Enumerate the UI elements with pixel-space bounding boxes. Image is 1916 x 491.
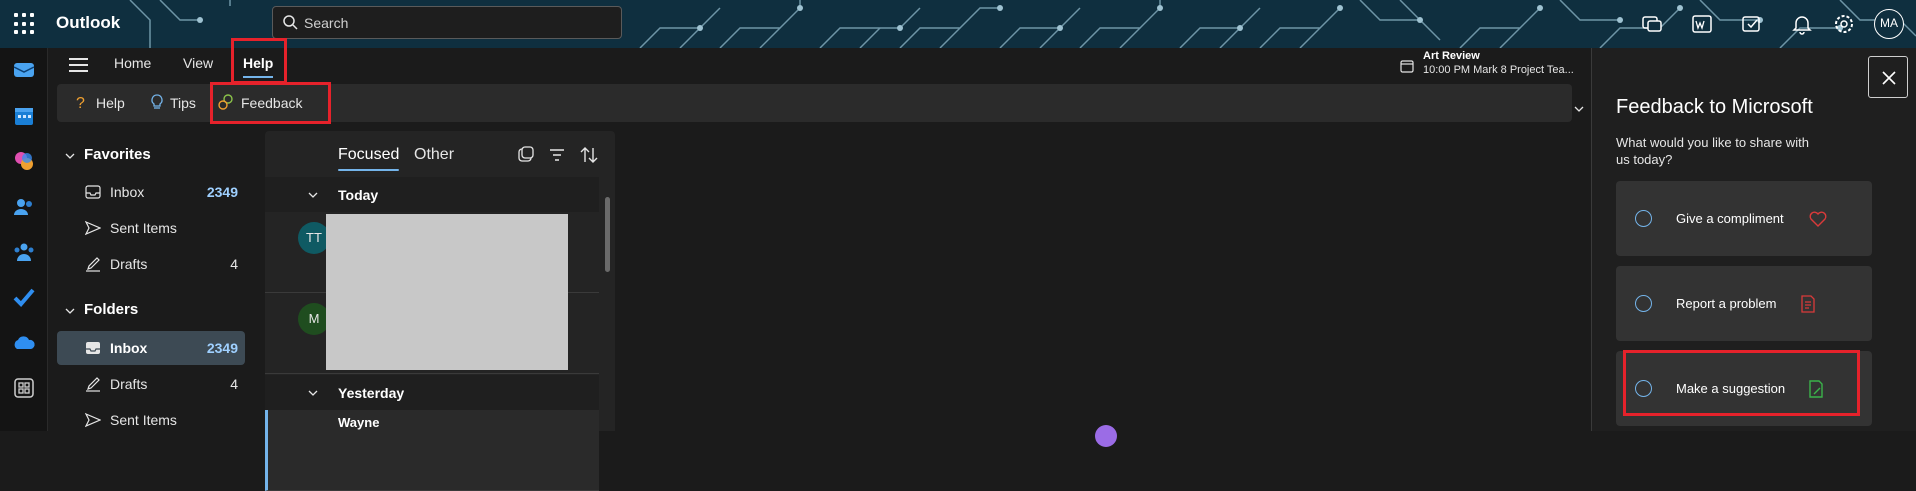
message-item[interactable]: Wayne (265, 410, 599, 491)
mail-icon[interactable] (12, 58, 36, 82)
account-avatar[interactable]: MA (1874, 9, 1904, 39)
item-count: 4 (230, 256, 238, 272)
drafts-pencil-icon (86, 377, 100, 392)
groups-icon[interactable] (12, 240, 36, 264)
todo-check-icon[interactable] (12, 285, 36, 309)
folder-inbox[interactable]: Inbox 2349 (57, 331, 245, 365)
folder-label: Inbox (110, 184, 145, 200)
search-box[interactable]: Search (272, 6, 622, 39)
radio-button[interactable] (1635, 295, 1652, 312)
feedback-button[interactable]: Feedback (241, 95, 302, 111)
feedback-icon (218, 94, 233, 110)
sent-icon (85, 412, 101, 428)
radio-button[interactable] (1635, 380, 1652, 397)
suggestion-icon (1809, 380, 1823, 398)
folder-label: Sent Items (110, 220, 177, 236)
option-report-problem[interactable]: Report a problem (1616, 266, 1872, 341)
folder-drafts[interactable]: Drafts 4 (57, 367, 245, 401)
more-apps-icon[interactable] (12, 376, 36, 400)
app-launcher-icon[interactable] (14, 13, 36, 35)
ribbon-expand-chevron-icon[interactable] (1573, 104, 1585, 114)
collapse-chevron-icon[interactable] (64, 150, 76, 162)
word-icon[interactable] (1690, 12, 1714, 36)
calendar-icon[interactable] (12, 104, 36, 128)
group-header-today[interactable]: Today (265, 177, 599, 212)
teams-chat-icon[interactable] (1640, 12, 1664, 36)
reading-pane-illustration (1095, 425, 1117, 447)
panel-question: What would you like to share with us tod… (1616, 135, 1809, 167)
message-sender: Wayne (338, 415, 380, 430)
app-rail (0, 48, 48, 431)
folder-label: Drafts (110, 376, 148, 392)
favorite-sent-items[interactable]: Sent Items (57, 211, 245, 245)
redacted-content-image (326, 214, 568, 370)
group-label: Today (338, 187, 379, 203)
tips-button[interactable]: Tips (170, 95, 196, 111)
calendar-event-icon (1400, 60, 1414, 73)
tips-lightbulb-icon (151, 94, 163, 109)
people-icon[interactable] (12, 195, 36, 219)
tab-help[interactable]: Help (243, 55, 273, 71)
group-label: Yesterday (338, 385, 405, 401)
sent-icon (85, 220, 101, 236)
unread-count: 2349 (206, 184, 238, 200)
collapse-chevron-icon[interactable] (307, 387, 319, 399)
report-icon (1801, 295, 1815, 313)
option-give-compliment[interactable]: Give a compliment (1616, 181, 1872, 256)
search-placeholder: Search (304, 15, 349, 31)
inbox-icon (86, 342, 100, 354)
tab-home[interactable]: Home (114, 55, 151, 71)
radio-button[interactable] (1635, 210, 1652, 227)
sort-icon[interactable] (579, 145, 599, 165)
favorite-drafts[interactable]: Drafts 4 (57, 247, 245, 281)
filter-icon[interactable] (548, 146, 566, 164)
drafts-pencil-icon (86, 257, 100, 272)
top-bar: Outlook Search MA (0, 0, 1916, 48)
navigation-toggle-icon[interactable] (69, 58, 88, 72)
notifications-bell-icon[interactable] (1790, 12, 1814, 36)
tab-view[interactable]: View (183, 55, 213, 71)
search-icon (283, 15, 298, 30)
option-label: Report a problem (1676, 296, 1777, 311)
my-day-icon[interactable] (1740, 12, 1764, 36)
folder-label: Inbox (110, 340, 148, 356)
unread-count: 2349 (206, 340, 238, 356)
svg-text:?: ? (76, 95, 85, 111)
app-title: Outlook (56, 13, 121, 32)
settings-gear-icon[interactable] (1832, 12, 1856, 36)
ribbon-toolbar: ? Help Tips Feedback (57, 84, 1572, 122)
heart-icon (1809, 211, 1827, 227)
favorites-header[interactable]: Favorites (84, 146, 151, 163)
tab-focused[interactable]: Focused (338, 146, 400, 171)
copilot-icon[interactable] (12, 149, 36, 173)
option-make-suggestion[interactable]: Make a suggestion (1616, 351, 1872, 426)
onedrive-cloud-icon[interactable] (12, 331, 36, 355)
collapse-chevron-icon[interactable] (64, 305, 76, 317)
option-label: Make a suggestion (1676, 381, 1786, 396)
collapse-chevron-icon[interactable] (307, 189, 319, 201)
message-list-scrollbar[interactable] (605, 197, 610, 272)
folder-sent-items[interactable]: Sent Items (57, 403, 245, 437)
message-list: Focused Other Today TT M Yesterday Wayne (265, 131, 615, 491)
tab-other[interactable]: Other (414, 146, 454, 164)
panel-title: Feedback to Microsoft (1616, 96, 1813, 118)
inbox-icon (85, 185, 101, 199)
close-icon (1882, 71, 1896, 85)
favorite-inbox[interactable]: Inbox 2349 (57, 175, 245, 209)
active-tab-indicator (243, 76, 273, 78)
close-panel-button[interactable] (1868, 56, 1908, 98)
help-button[interactable]: Help (96, 95, 125, 111)
reminder-title[interactable]: Art Review (1423, 50, 1480, 62)
option-label: Give a compliment (1676, 211, 1784, 226)
item-count: 4 (230, 376, 238, 392)
folder-label: Sent Items (110, 412, 177, 428)
group-header-yesterday[interactable]: Yesterday (265, 375, 599, 410)
select-mode-icon[interactable] (517, 146, 535, 164)
folder-label: Drafts (110, 256, 148, 272)
help-question-icon: ? (76, 95, 85, 111)
folders-header[interactable]: Folders (84, 301, 138, 318)
reminder-subtitle[interactable]: 10:00 PM Mark 8 Project Tea... (1423, 64, 1574, 76)
